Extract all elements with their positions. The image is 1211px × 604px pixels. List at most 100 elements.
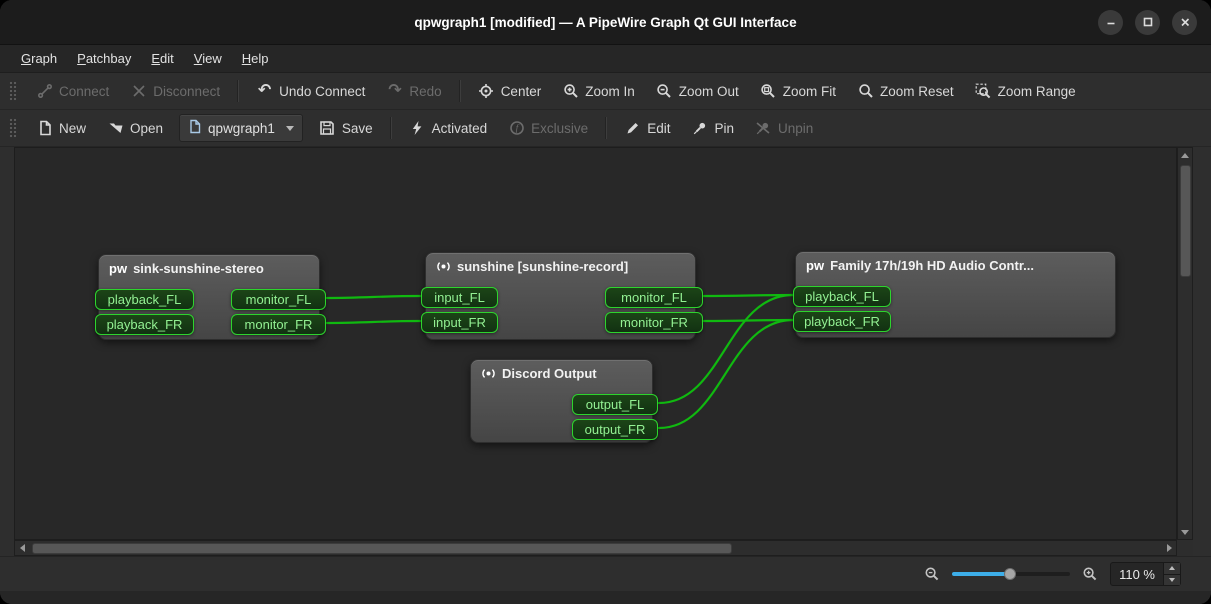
zoom-reset-label: Zoom Reset <box>880 84 954 99</box>
svg-text:f: f <box>515 123 519 134</box>
zoom-out-button[interactable]: Zoom Out <box>647 78 748 105</box>
connect-icon <box>36 83 53 100</box>
unpin-button[interactable]: Unpin <box>746 115 822 142</box>
menu-help[interactable]: Help <box>233 48 278 69</box>
zoom-slider[interactable] <box>952 566 1070 582</box>
open-folder-icon <box>107 120 124 137</box>
undo-icon: ↶ <box>256 83 273 100</box>
pin-button[interactable]: Pin <box>682 115 743 142</box>
port-playback-fl[interactable]: playback_FL <box>95 289 194 310</box>
undo-connect-label: Undo Connect <box>279 84 365 99</box>
new-button[interactable]: New <box>27 115 95 142</box>
zoom-value[interactable]: 110 % <box>1111 563 1163 585</box>
vertical-scrollbar[interactable] <box>1177 147 1193 540</box>
patchbay-file-icon <box>188 119 202 137</box>
undo-connect-button[interactable]: ↶ Undo Connect <box>247 78 374 105</box>
exclusive-button[interactable]: f Exclusive <box>499 115 597 142</box>
window-bottom-edge <box>0 591 1211 604</box>
redo-button[interactable]: ↷ Redo <box>377 78 450 105</box>
node-discord-output[interactable]: Discord Output output_FL output_FR <box>470 359 653 443</box>
connect-label: Connect <box>59 84 109 99</box>
pencil-icon <box>624 120 641 137</box>
minimize-icon <box>1104 15 1118 29</box>
port-input-fl[interactable]: input_FL <box>421 287 498 308</box>
activated-button[interactable]: Activated <box>400 115 497 142</box>
node-sunshine-record[interactable]: sunshine [sunshine-record] input_FL inpu… <box>425 252 696 340</box>
save-button[interactable]: Save <box>310 115 382 142</box>
zoom-in-button[interactable]: Zoom In <box>553 78 644 105</box>
node-family-hd-audio[interactable]: pw Family 17h/19h HD Audio Contr... play… <box>795 251 1116 338</box>
zoom-slider-handle[interactable] <box>1004 568 1016 580</box>
exclusive-label: Exclusive <box>531 121 588 136</box>
maximize-button[interactable] <box>1135 10 1160 35</box>
horizontal-scroll-thumb[interactable] <box>32 543 732 554</box>
pin-icon <box>691 120 708 137</box>
patchbay-select[interactable]: qpwgraph1 <box>179 114 303 142</box>
node-sink-sunshine-stereo[interactable]: pw sink-sunshine-stereo playback_FL play… <box>98 254 320 340</box>
zoom-spinbox[interactable]: 110 % <box>1110 562 1181 586</box>
exclusive-icon: f <box>508 120 525 137</box>
port-output-fl[interactable]: output_FL <box>572 394 658 415</box>
disconnect-label: Disconnect <box>153 84 220 99</box>
zoom-in-icon[interactable] <box>1082 566 1098 582</box>
port-monitor-fl[interactable]: monitor_FL <box>605 287 703 308</box>
redo-label: Redo <box>409 84 441 99</box>
port-monitor-fl[interactable]: monitor_FL <box>231 289 326 310</box>
menu-view[interactable]: View <box>185 48 231 69</box>
port-monitor-fr[interactable]: monitor_FR <box>231 314 326 335</box>
arrow-down-icon <box>1181 530 1189 535</box>
disconnect-button[interactable]: Disconnect <box>121 78 229 105</box>
graph-canvas-frame: pw sink-sunshine-stereo playback_FL play… <box>14 147 1193 556</box>
vertical-scroll-thumb[interactable] <box>1180 165 1191 277</box>
horizontal-scrollbar[interactable] <box>14 540 1177 556</box>
port-input-fr[interactable]: input_FR <box>421 312 498 333</box>
connection-sink-to-sunshine-fl[interactable] <box>327 296 420 298</box>
zoom-fit-label: Zoom Fit <box>783 84 836 99</box>
zoom-out-label: Zoom Out <box>679 84 739 99</box>
app-window: qpwgraph1 [modified] — A PipeWire Graph … <box>0 0 1211 604</box>
node-title: Discord Output <box>502 366 597 381</box>
zoom-reset-button[interactable]: Zoom Reset <box>848 78 963 105</box>
menu-patchbay[interactable]: Patchbay <box>68 48 140 69</box>
spin-up-button[interactable] <box>1164 563 1180 574</box>
toolbar-drag-handle[interactable] <box>9 81 17 101</box>
connection-sink-to-sunshine-fr[interactable] <box>327 321 420 323</box>
scroll-right-button[interactable] <box>1162 541 1176 555</box>
scroll-left-button[interactable] <box>15 541 29 555</box>
statusbar: 110 % <box>0 556 1211 591</box>
zoom-range-button[interactable]: Zoom Range <box>966 78 1085 105</box>
toolbar-separator <box>605 117 607 139</box>
center-button[interactable]: Center <box>469 78 551 105</box>
scroll-down-button[interactable] <box>1178 525 1192 539</box>
pin-label: Pin <box>714 121 734 136</box>
port-output-fr[interactable]: output_FR <box>572 419 658 440</box>
port-monitor-fr[interactable]: monitor_FR <box>605 312 703 333</box>
toolbar-drag-handle[interactable] <box>9 118 17 138</box>
zoom-in-label: Zoom In <box>585 84 635 99</box>
spin-down-button[interactable] <box>1164 574 1180 586</box>
port-playback-fr[interactable]: playback_FR <box>793 311 891 332</box>
node-title: sink-sunshine-stereo <box>133 261 264 276</box>
edit-button[interactable]: Edit <box>615 115 679 142</box>
zoom-range-icon <box>975 83 992 100</box>
close-button[interactable] <box>1172 10 1197 35</box>
zoom-fit-button[interactable]: Zoom Fit <box>751 78 845 105</box>
open-button[interactable]: Open <box>98 115 172 142</box>
minimize-button[interactable] <box>1098 10 1123 35</box>
open-label: Open <box>130 121 163 136</box>
menu-graph[interactable]: Graph <box>12 48 66 69</box>
connect-button[interactable]: Connect <box>27 78 118 105</box>
scroll-up-button[interactable] <box>1178 148 1192 162</box>
port-playback-fr[interactable]: playback_FR <box>95 314 194 335</box>
zoom-out-icon[interactable] <box>924 566 940 582</box>
activated-label: Activated <box>432 121 488 136</box>
stream-icon <box>481 366 496 381</box>
menu-edit[interactable]: Edit <box>142 48 182 69</box>
graph-canvas[interactable]: pw sink-sunshine-stereo playback_FL play… <box>14 147 1177 540</box>
patchbay-toolbar: New Open qpwgraph1 Save Act <box>0 110 1211 147</box>
port-playback-fl[interactable]: playback_FL <box>793 286 891 307</box>
node-header: pw sink-sunshine-stereo <box>99 255 319 279</box>
zoom-in-icon <box>562 83 579 100</box>
titlebar: qpwgraph1 [modified] — A PipeWire Graph … <box>0 0 1211 45</box>
close-icon <box>1178 15 1192 29</box>
